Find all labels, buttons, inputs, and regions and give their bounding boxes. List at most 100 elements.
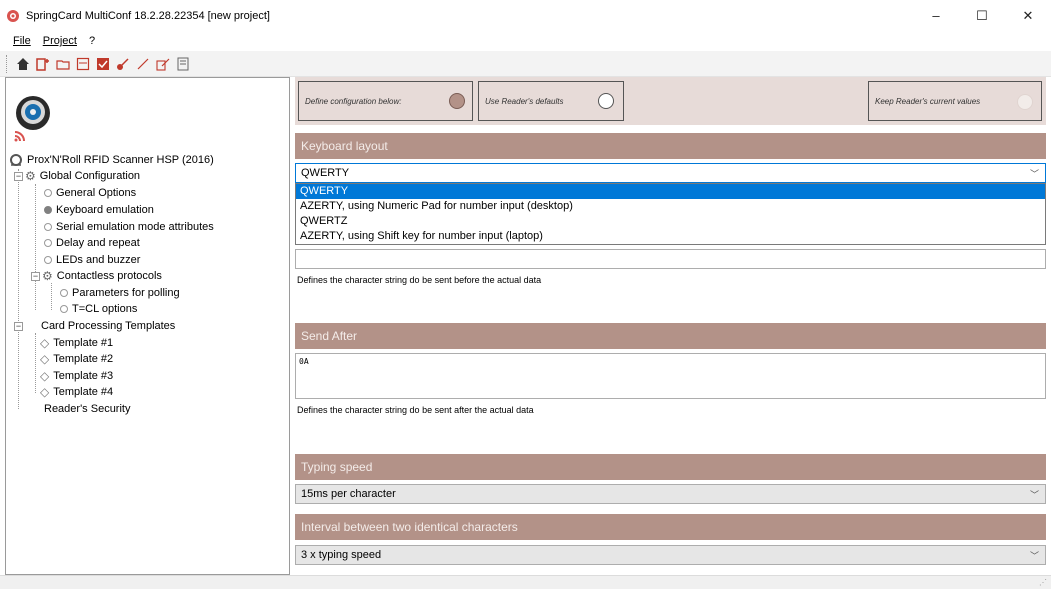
tree-item-tcl-options[interactable]: T=CL options: [60, 301, 137, 317]
tree-label: Template #2: [53, 353, 114, 365]
typing-speed-header: Typing speed: [295, 454, 1046, 480]
tree-item-leds-buzzer[interactable]: LEDs and buzzer: [44, 252, 140, 268]
tree-item-serial-emulation[interactable]: Serial emulation mode attributes: [44, 219, 214, 235]
radio-defaults[interactable]: [598, 93, 614, 109]
menu-bar: File Project ?: [0, 31, 1051, 51]
tree-connector: [51, 283, 52, 310]
tree-label: General Options: [56, 187, 137, 199]
typing-speed-value: 15ms per character: [301, 488, 396, 500]
reader-icon: [14, 96, 50, 142]
tree-item-parameters-polling[interactable]: Parameters for polling: [60, 285, 180, 301]
typing-speed-select[interactable]: 15ms per character ﹀: [295, 484, 1046, 504]
tree-item-card-processing-templates[interactable]: − Card Processing Templates: [14, 318, 175, 334]
collapse-icon[interactable]: −: [31, 271, 40, 281]
write-icon[interactable]: [155, 56, 171, 72]
menu-file[interactable]: File: [13, 35, 37, 47]
interval-value: 3 x typing speed: [301, 549, 382, 561]
tree-item-template-2[interactable]: ◇ Template #2: [40, 351, 113, 367]
tag-icon: ◇: [40, 369, 50, 383]
title-bar: SpringCard MultiConf 18.2.28.22354 [new …: [0, 0, 1051, 31]
mode-define-label: Define configuration below:: [305, 96, 402, 106]
tree-item-root[interactable]: Prox'N'Roll RFID Scanner HSP (2016): [9, 152, 214, 168]
tree-connector: [35, 184, 36, 310]
chevron-down-icon[interactable]: ﹀: [1030, 488, 1039, 501]
collapse-icon[interactable]: −: [14, 321, 23, 331]
tree-item-global-configuration[interactable]: − ⚙ Global Configuration: [14, 168, 140, 184]
node-dot-icon: [44, 189, 52, 197]
tag-icon: ◇: [40, 352, 50, 366]
tree-label: T=CL options: [72, 303, 138, 315]
node-dot-selected-icon: [44, 206, 52, 214]
toolbar-grip[interactable]: [6, 54, 9, 73]
tree-label: Parameters for polling: [72, 287, 180, 299]
collapse-icon[interactable]: −: [14, 171, 23, 181]
minimize-button[interactable]: –: [913, 0, 959, 31]
gear-icon: ⚙: [42, 269, 53, 283]
tree-label: Keyboard emulation: [56, 204, 154, 216]
open-icon[interactable]: [55, 56, 71, 72]
dropdown-option[interactable]: AZERTY, using Numeric Pad for number inp…: [296, 199, 1045, 214]
save-icon[interactable]: [75, 56, 91, 72]
tree-label: Template #3: [53, 370, 114, 382]
interval-select[interactable]: 3 x typing speed ﹀: [295, 545, 1046, 565]
tree-label: Template #1: [53, 337, 114, 349]
tree-item-delay-repeat[interactable]: Delay and repeat: [44, 235, 140, 251]
radio-define-selected[interactable]: [449, 93, 465, 109]
tree-item-readers-security[interactable]: Reader's Security: [40, 401, 130, 417]
menu-project[interactable]: Project: [37, 35, 83, 47]
tag-icon: ◇: [40, 385, 50, 399]
dropdown-option[interactable]: QWERTY: [296, 184, 1045, 199]
tree-item-template-3[interactable]: ◇ Template #3: [40, 368, 113, 384]
maximize-button[interactable]: ☐: [959, 0, 1005, 31]
tree-item-contactless-protocols[interactable]: − ⚙ Contactless protocols: [31, 268, 162, 284]
chevron-down-icon[interactable]: ﹀: [1030, 549, 1039, 562]
keyboard-layout-header: Keyboard layout: [295, 133, 1046, 159]
send-before-hint: Defines the character string do be sent …: [297, 275, 542, 285]
dropdown-option[interactable]: QWERTZ: [296, 214, 1045, 229]
menu-help[interactable]: ?: [83, 35, 101, 47]
keyboard-layout-select[interactable]: QWERTY ﹀: [295, 163, 1046, 183]
home-icon[interactable]: [15, 56, 31, 72]
mode-defaults-label: Use Reader's defaults: [485, 96, 564, 106]
tree-label: Contactless protocols: [56, 270, 162, 282]
mode-define-option[interactable]: Define configuration below:: [298, 81, 473, 121]
tag-icon: ◇: [40, 336, 50, 350]
dropdown-option[interactable]: AZERTY, using Shift key for number input…: [296, 229, 1045, 244]
page-icon[interactable]: [175, 56, 191, 72]
mode-keep-option[interactable]: Keep Reader's current values: [868, 81, 1042, 121]
interval-header: Interval between two identical character…: [295, 514, 1046, 540]
tree-label: Serial emulation mode attributes: [56, 221, 214, 233]
send-after-hint: Defines the character string do be sent …: [297, 405, 534, 415]
mode-selector: Define configuration below: Use Reader's…: [295, 77, 1046, 125]
tree-label: Prox'N'Roll RFID Scanner HSP (2016): [27, 154, 214, 166]
mode-keep-label: Keep Reader's current values: [875, 96, 981, 106]
tree-label: LEDs and buzzer: [56, 254, 141, 266]
gear-icon: ⚙: [25, 169, 36, 183]
chevron-down-icon[interactable]: ﹀: [1030, 167, 1039, 180]
tree-item-general-options[interactable]: General Options: [44, 185, 136, 201]
window-title: SpringCard MultiConf 18.2.28.22354 [new …: [26, 9, 270, 22]
key-icon[interactable]: [115, 56, 131, 72]
tree-item-template-1[interactable]: ◇ Template #1: [40, 335, 113, 351]
new-icon[interactable]: [35, 56, 51, 72]
tree-item-template-4[interactable]: ◇ Template #4: [40, 384, 113, 400]
radio-keep[interactable]: [1017, 94, 1033, 110]
tree-connector: [18, 169, 19, 409]
send-after-input[interactable]: 0A: [295, 353, 1046, 399]
tree-label: Global Configuration: [39, 170, 141, 182]
save-as-icon[interactable]: [95, 56, 111, 72]
node-dot-icon: [60, 305, 68, 313]
pen-icon[interactable]: [135, 56, 151, 72]
send-before-input[interactable]: [295, 249, 1046, 269]
mode-defaults-option[interactable]: Use Reader's defaults: [478, 81, 624, 121]
close-button[interactable]: ✕: [1005, 0, 1051, 31]
node-dot-icon: [44, 239, 52, 247]
app-icon: [7, 9, 19, 22]
tree-label: Delay and repeat: [56, 237, 140, 249]
settings-panel: Define configuration below: Use Reader's…: [295, 77, 1046, 575]
keyboard-layout-dropdown: QWERTY AZERTY, using Numeric Pad for num…: [295, 183, 1046, 245]
resize-grip-icon[interactable]: ⋰: [1039, 578, 1047, 587]
configuration-tree[interactable]: Prox'N'Roll RFID Scanner HSP (2016) − ⚙ …: [5, 77, 290, 575]
status-bar: ⋰: [0, 575, 1051, 589]
tree-item-keyboard-emulation[interactable]: Keyboard emulation: [44, 202, 154, 218]
